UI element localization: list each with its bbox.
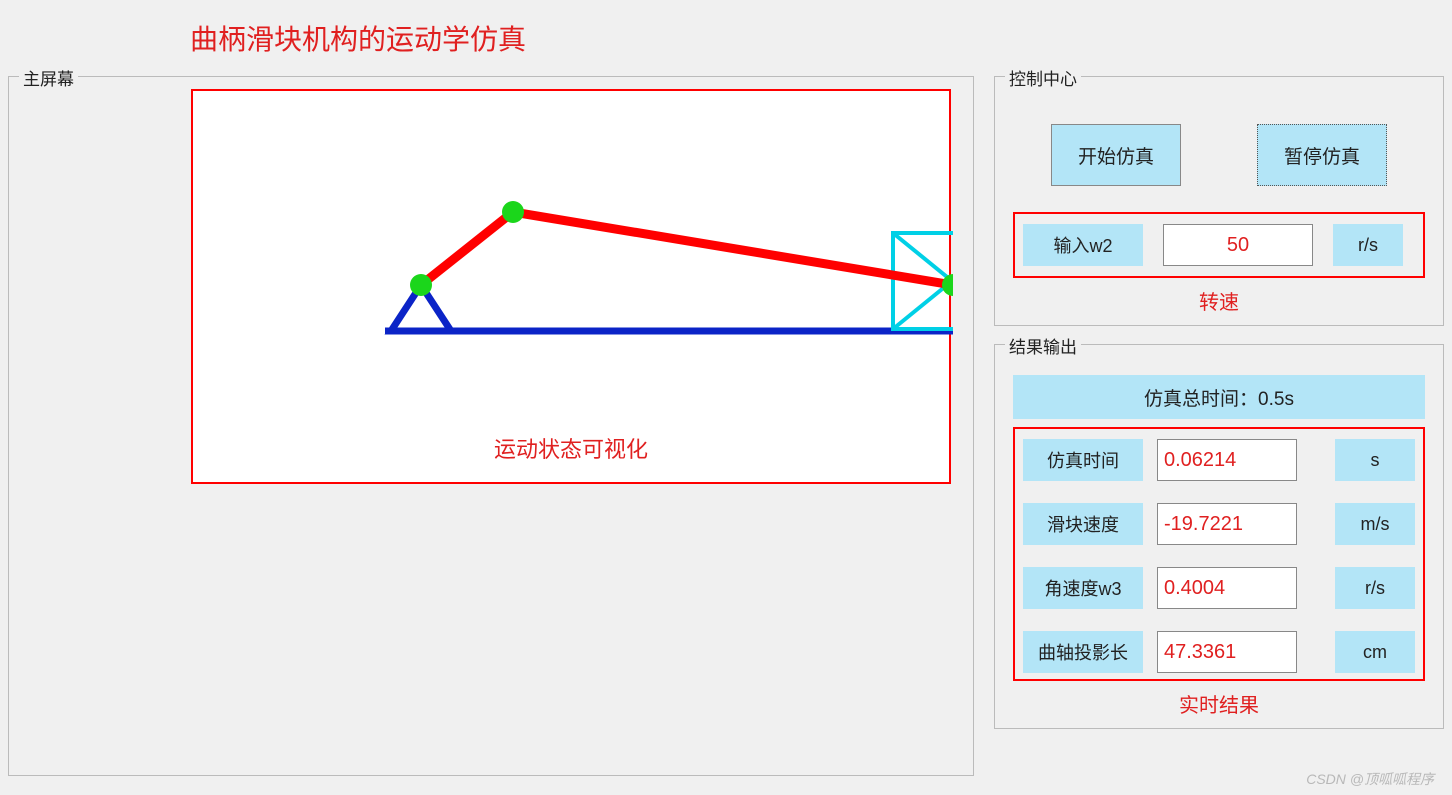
slider-vel-value[interactable] xyxy=(1157,503,1297,545)
sim-time-label: 仿真时间 xyxy=(1023,439,1143,481)
pause-simulation-button[interactable]: 暂停仿真 xyxy=(1257,124,1387,186)
start-simulation-button[interactable]: 开始仿真 xyxy=(1051,124,1181,186)
canvas-caption: 运动状态可视化 xyxy=(494,432,648,464)
rpm-input-group: 输入w2 r/s xyxy=(1013,212,1425,278)
slider-vel-unit: m/s xyxy=(1335,503,1415,545)
w2-input[interactable] xyxy=(1163,224,1313,266)
watermark: CSDN @顶呱呱程序 xyxy=(1306,769,1434,789)
crank-link xyxy=(421,212,513,285)
w3-label: 角速度w3 xyxy=(1023,567,1143,609)
crank-tip-joint-icon xyxy=(502,201,524,223)
slider-joint-icon xyxy=(942,274,953,296)
crank-proj-value[interactable] xyxy=(1157,631,1297,673)
main-screen-legend: 主屏幕 xyxy=(19,65,78,90)
w3-unit: r/s xyxy=(1335,567,1415,609)
result-row-slider-vel: 滑块速度 m/s xyxy=(1023,503,1415,545)
mechanism-svg xyxy=(193,91,953,486)
w3-value[interactable] xyxy=(1157,567,1297,609)
slider-vel-label: 滑块速度 xyxy=(1023,503,1143,545)
ground-joint-icon xyxy=(410,274,432,296)
results-legend: 结果输出 xyxy=(1005,333,1081,358)
control-center-legend: 控制中心 xyxy=(1005,65,1081,90)
connecting-rod xyxy=(513,212,953,285)
simulation-canvas: 运动状态可视化 xyxy=(191,89,951,484)
w2-unit-label: r/s xyxy=(1333,224,1403,266)
results-group: 结果输出 仿真总时间：0.5s 仿真时间 s 滑块速度 m/s 角速度w3 r/… xyxy=(994,344,1444,729)
result-row-sim-time: 仿真时间 s xyxy=(1023,439,1415,481)
app-title: 曲柄滑块机构的运动学仿真 xyxy=(190,24,526,55)
results-caption: 实时结果 xyxy=(1007,689,1431,718)
results-box: 仿真时间 s 滑块速度 m/s 角速度w3 r/s 曲轴投影长 xyxy=(1013,427,1425,681)
w2-input-label: 输入w2 xyxy=(1023,224,1143,266)
sim-time-unit: s xyxy=(1335,439,1415,481)
crank-proj-unit: cm xyxy=(1335,631,1415,673)
total-time-label: 仿真总时间：0.5s xyxy=(1013,375,1425,419)
rpm-caption: 转速 xyxy=(1007,286,1431,315)
result-row-crank-proj: 曲轴投影长 cm xyxy=(1023,631,1415,673)
result-row-w3: 角速度w3 r/s xyxy=(1023,567,1415,609)
crank-proj-label: 曲轴投影长 xyxy=(1023,631,1143,673)
control-center-group: 控制中心 开始仿真 暂停仿真 输入w2 r/s 转速 xyxy=(994,76,1444,326)
sim-time-value[interactable] xyxy=(1157,439,1297,481)
main-screen-group: 主屏幕 运动状态可视化 xyxy=(8,76,974,776)
